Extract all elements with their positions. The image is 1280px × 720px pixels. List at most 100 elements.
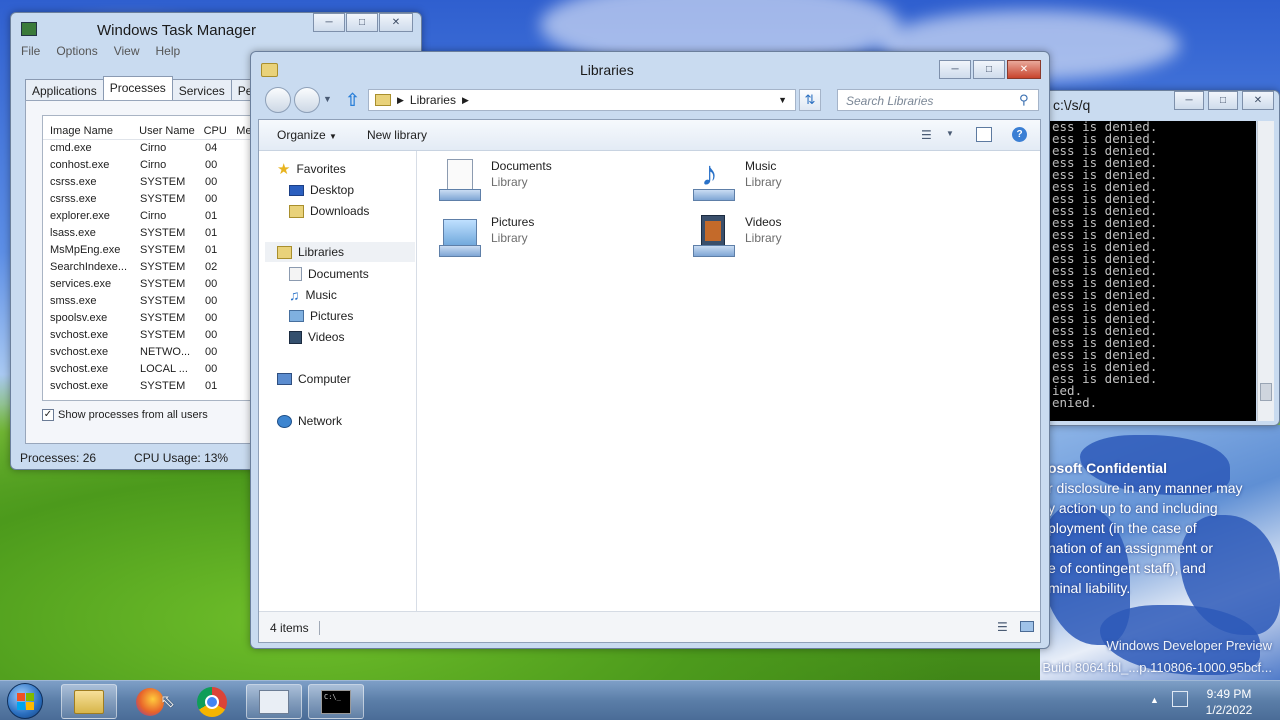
start-button[interactable]: [7, 683, 43, 719]
cmd-close-button[interactable]: ✕: [1242, 91, 1274, 110]
taskbar-task-manager[interactable]: [246, 684, 302, 719]
help-icon[interactable]: ?: [1012, 127, 1027, 142]
search-icon[interactable]: ⚲: [1019, 92, 1029, 108]
nav-videos[interactable]: Videos: [289, 327, 344, 347]
address-bar[interactable]: ▶ Libraries ▶ ▼: [368, 89, 796, 111]
explorer-window[interactable]: Libraries ─ □ ✕ ▼ ⇧ ▶ Libraries ▶ ▼ ⇅ Se…: [250, 51, 1050, 649]
nav-favorites[interactable]: ★ Favorites: [277, 159, 346, 179]
clock[interactable]: 9:49 PM 1/2/2022: [1194, 686, 1264, 718]
confidential-line: r disclosure in any manner may: [1048, 480, 1243, 496]
menu-options[interactable]: Options: [56, 44, 97, 58]
show-all-checkbox[interactable]: ✓: [42, 409, 54, 421]
library-music[interactable]: ♪ Music Library: [691, 155, 782, 203]
tab-processes[interactable]: Processes: [102, 76, 173, 100]
desktop-icon: [289, 184, 304, 196]
table-row[interactable]: csrss.exe SYSTEM 00: [43, 174, 265, 191]
search-input[interactable]: Search Libraries: [837, 89, 1039, 111]
up-arrow-icon[interactable]: ⇧: [345, 90, 360, 111]
back-button[interactable]: [265, 87, 291, 113]
view-dropdown-icon[interactable]: ▼: [946, 129, 954, 138]
breadcrumb-chevron-icon[interactable]: ▶: [397, 95, 404, 106]
table-row[interactable]: svchost.exe SYSTEM 00: [43, 327, 265, 344]
breadcrumb-chevron-icon[interactable]: ▶: [462, 95, 469, 106]
nav-music[interactable]: ♫ Music: [289, 285, 337, 305]
process-name: csrss.exe: [50, 176, 97, 188]
nav-libraries[interactable]: Libraries: [265, 242, 415, 262]
nav-desktop[interactable]: Desktop: [289, 180, 354, 200]
nav-downloads[interactable]: Downloads: [289, 201, 369, 221]
tab-applications[interactable]: Applications: [25, 79, 104, 100]
task-manager-title: Windows Task Manager: [97, 22, 256, 39]
taskbar: ⬁ C:\_ ▲ 9:49 PM 1/2/2022: [0, 680, 1280, 720]
table-row[interactable]: svchost.exe LOCAL ... 00: [43, 361, 265, 378]
process-name: svchost.exe: [50, 346, 109, 358]
large-icons-view-icon[interactable]: [1020, 621, 1034, 632]
show-all-processes[interactable]: ✓ Show processes from all users: [42, 409, 208, 421]
new-library-button[interactable]: New library: [367, 128, 427, 142]
maximize-button[interactable]: □: [346, 13, 378, 32]
videos-icon: [289, 330, 302, 344]
library-videos[interactable]: Videos Library: [691, 215, 782, 259]
show-hidden-icons-icon[interactable]: ▲: [1150, 695, 1159, 705]
library-pictures[interactable]: Pictures Library: [437, 215, 534, 259]
confidential-line: nation of an assignment or: [1048, 540, 1213, 556]
taskbar-chrome[interactable]: [184, 684, 240, 719]
table-row[interactable]: smss.exe SYSTEM 00: [43, 293, 265, 310]
minimize-button[interactable]: ─: [313, 13, 345, 32]
confidential-line: e of contingent staff), and: [1048, 560, 1206, 576]
menu-help[interactable]: Help: [156, 44, 181, 58]
details-view-icon[interactable]: ☰: [997, 620, 1008, 634]
tab-services[interactable]: Services: [171, 79, 232, 100]
table-row[interactable]: lsass.exe SYSTEM 01: [43, 225, 265, 242]
console-output[interactable]: ess is denied. ess is denied. ess is denie…: [1050, 121, 1256, 421]
nav-computer[interactable]: Computer: [277, 369, 351, 389]
process-list-header: Image Name User Name CPU Me: [43, 116, 265, 140]
table-row[interactable]: MsMpEng.exe SYSTEM 01: [43, 242, 265, 259]
table-row[interactable]: services.exe SYSTEM 00: [43, 276, 265, 293]
process-cpu: 00: [205, 363, 218, 375]
table-row[interactable]: svchost.exe NETWO... 00: [43, 344, 265, 361]
table-row[interactable]: svchost.exe SYSTEM 01: [43, 378, 265, 395]
column-user-name[interactable]: User Name: [132, 116, 196, 139]
taskbar-explorer[interactable]: [61, 684, 117, 719]
explorer-maximize-button[interactable]: □: [973, 60, 1005, 79]
cmd-minimize-button[interactable]: ─: [1174, 91, 1204, 110]
process-user: SYSTEM: [140, 261, 186, 273]
process-list[interactable]: Image Name User Name CPU Me cmd.exe Cirno…: [42, 115, 266, 401]
preview-pane-icon[interactable]: [976, 127, 992, 142]
process-name: smss.exe: [50, 295, 97, 307]
process-name: svchost.exe: [50, 363, 109, 375]
organize-button[interactable]: Organize ▼: [277, 128, 337, 142]
cmd-window[interactable]: c:\/s/q ─ □ ✕ ess is denied. ess is denie…: [1043, 90, 1280, 426]
cmd-title: c:\/s/q: [1053, 97, 1091, 113]
table-row[interactable]: explorer.exe Cirno 01: [43, 208, 265, 225]
confidential-line: ployment (in the case of: [1048, 520, 1197, 536]
explorer-minimize-button[interactable]: ─: [939, 60, 971, 79]
cmd-maximize-button[interactable]: □: [1208, 91, 1238, 110]
address-dropdown-icon[interactable]: ▼: [778, 95, 787, 105]
forward-button[interactable]: [294, 87, 320, 113]
table-row[interactable]: csrss.exe SYSTEM 00: [43, 191, 265, 208]
refresh-icon[interactable]: ⇅: [799, 89, 821, 111]
table-row[interactable]: SearchIndexe... SYSTEM 02: [43, 259, 265, 276]
network-status-icon[interactable]: [1172, 691, 1188, 707]
breadcrumb[interactable]: Libraries: [410, 93, 456, 107]
library-documents[interactable]: Documents Library: [437, 159, 552, 203]
table-row[interactable]: conhost.exe Cirno 00: [43, 157, 265, 174]
recent-pages-icon[interactable]: ▼: [323, 94, 332, 104]
explorer-close-button[interactable]: ✕: [1007, 60, 1041, 79]
column-image-name[interactable]: Image Name: [43, 116, 132, 139]
console-scrollbar[interactable]: [1257, 121, 1274, 421]
change-view-icon[interactable]: ☰: [921, 128, 932, 142]
menu-view[interactable]: View: [114, 44, 140, 58]
menu-file[interactable]: File: [21, 44, 40, 58]
nav-network[interactable]: Network: [277, 411, 342, 431]
nav-documents[interactable]: Documents: [289, 264, 369, 284]
close-button[interactable]: ✕: [379, 13, 413, 32]
scrollbar-thumb[interactable]: [1260, 383, 1272, 401]
table-row[interactable]: spoolsv.exe SYSTEM 00: [43, 310, 265, 327]
taskbar-cmd[interactable]: C:\_: [308, 684, 364, 719]
nav-pictures[interactable]: Pictures: [289, 306, 353, 326]
table-row[interactable]: cmd.exe Cirno 04: [43, 140, 265, 157]
column-cpu[interactable]: CPU: [197, 116, 230, 139]
